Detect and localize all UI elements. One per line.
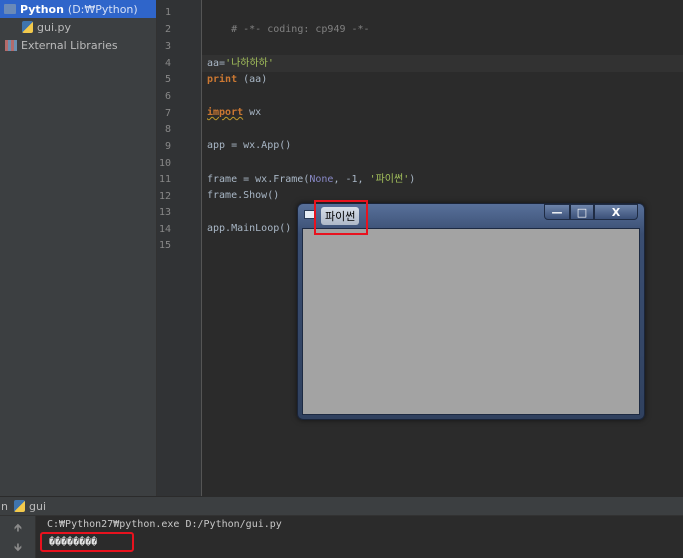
run-tab-label[interactable]: gui <box>29 500 46 513</box>
code-text: (aa) <box>237 74 268 85</box>
window-client-area[interactable] <box>302 228 640 415</box>
annotation-box-title <box>314 200 368 235</box>
editor-gutter: 1 2 3 4 5 6 7 8 9 10 11 12 13 14 15 <box>157 0 202 496</box>
library-icon <box>5 39 17 51</box>
code-line-4: aa='나하하하' <box>207 56 274 72</box>
run-tool-window-header: n gui <box>0 496 683 516</box>
line-number: 5 <box>164 74 171 85</box>
project-tree-panel: Python (D:₩Python) gui.py External Libra… <box>0 0 157 496</box>
external-libraries-label: External Libraries <box>21 38 118 52</box>
code-line-9: app = wx.App() <box>207 138 291 154</box>
annotation-box-output <box>40 532 134 552</box>
code-line-12: frame.Show() <box>207 188 279 204</box>
code-text: app.MainLoop() <box>207 223 292 234</box>
tree-item-external-libraries[interactable]: External Libraries <box>0 36 156 54</box>
code-text: frame = wx.Frame( <box>207 174 310 185</box>
arrow-down-icon[interactable]: 🡻 <box>14 539 22 558</box>
file-name: gui.py <box>37 20 71 34</box>
line-number: 6 <box>164 91 171 102</box>
line-number: 12 <box>158 191 171 202</box>
project-root-path: (D:₩Python) <box>67 2 138 16</box>
code-none: None <box>309 174 334 185</box>
tree-item-gui-py[interactable]: gui.py <box>0 18 156 36</box>
project-root-name: Python <box>20 2 64 16</box>
code-text: , -1, <box>333 174 370 185</box>
python-file-icon <box>22 21 33 33</box>
wx-frame-window[interactable]: 파이썬 — □ X <box>297 203 645 420</box>
code-text: wx <box>243 107 262 118</box>
line-number: 3 <box>164 41 171 52</box>
line-number: 15 <box>158 240 171 251</box>
code-string: '나하하하' <box>225 58 274 69</box>
code-keyword-warning: import <box>207 107 244 118</box>
code-text: frame.Show() <box>207 190 280 201</box>
console-command: C:₩Python27₩python.exe D:/Python/gui.py <box>47 519 282 530</box>
line-number: 1 <box>164 7 171 18</box>
arrow-up-icon[interactable]: 🡹 <box>14 519 22 538</box>
code-comment: # -*- coding: cp949 -*- <box>231 24 370 35</box>
line-number: 9 <box>164 141 171 152</box>
line-number: 10 <box>158 158 171 169</box>
window-controls: — □ X <box>544 204 638 221</box>
line-number: 2 <box>164 24 171 35</box>
line-number: 14 <box>158 224 171 235</box>
line-number: 13 <box>158 207 171 218</box>
code-keyword: print <box>207 74 238 85</box>
run-tab-prefix: n <box>1 499 8 513</box>
line-number: 8 <box>164 124 171 135</box>
code-text: ) <box>409 174 416 185</box>
current-line-highlight <box>202 55 683 72</box>
run-toolbar: 🡹 🡻 <box>0 516 36 558</box>
line-number: 11 <box>158 174 171 185</box>
code-text: aa= <box>207 58 226 69</box>
code-text: app = wx.App() <box>207 140 292 151</box>
minimize-button[interactable]: — <box>544 204 570 220</box>
line-number: 4 <box>164 58 171 69</box>
code-line-11: frame = wx.Frame(None, -1, '파이썬') <box>207 172 415 188</box>
code-line-1: # -*- coding: cp949 -*- <box>207 6 369 35</box>
code-line-7: import wx <box>207 105 261 121</box>
folder-icon <box>4 4 16 14</box>
code-line-14: app.MainLoop() <box>207 221 291 237</box>
code-string: '파이썬' <box>369 174 410 185</box>
maximize-button[interactable]: □ <box>570 204 594 220</box>
code-line-5: print (aa) <box>207 72 267 88</box>
line-number: 7 <box>164 108 171 119</box>
python-run-icon <box>13 500 25 512</box>
tree-item-project-root[interactable]: Python (D:₩Python) <box>0 0 156 18</box>
close-button[interactable]: X <box>594 204 638 220</box>
